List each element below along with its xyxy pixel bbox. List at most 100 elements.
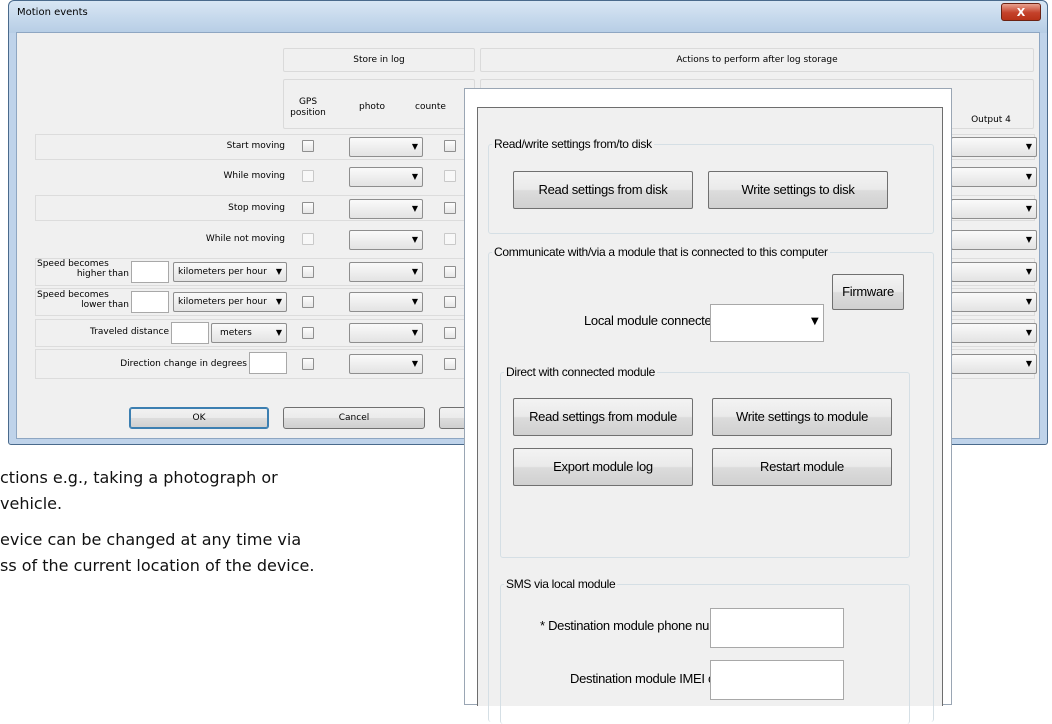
photo-dropdown[interactable]: ▼ [349,354,423,374]
photo-dropdown[interactable]: ▼ [349,262,423,282]
counter-checkbox[interactable] [444,233,456,245]
actions-header: Actions to perform after log storage [480,48,1034,72]
speed-higher-input[interactable] [131,261,169,283]
row-label: Start moving [226,141,285,151]
gps-checkbox[interactable] [302,170,314,182]
chevron-down-icon: ▼ [411,172,418,181]
write-settings-to-module-button[interactable]: Write settings to module [712,398,892,436]
write-settings-to-disk-button[interactable]: Write settings to disk [708,171,888,209]
chevron-down-icon: ▼ [275,328,282,337]
row-label-line: lower than [81,300,129,310]
unit-value: kilometers per hour [178,267,267,277]
gps-checkbox[interactable] [302,233,314,245]
row-label-line: higher than [76,269,129,279]
chevron-down-icon: ▼ [275,297,282,306]
row-label: Speed becomes higher than [37,259,129,279]
chevron-down-icon: ▼ [411,267,418,276]
distance-unit-dropdown[interactable]: meters ▼ [211,323,287,343]
counter-checkbox[interactable] [444,266,456,278]
photo-dropdown[interactable]: ▼ [349,199,423,219]
unit-value: kilometers per hour [178,297,267,307]
destination-imei-input[interactable] [710,660,844,700]
unit-value: meters [220,328,252,338]
gps-checkbox[interactable] [302,266,314,278]
output4-dropdown[interactable]: ▼ [951,323,1037,343]
chevron-down-icon: ▼ [1025,267,1032,276]
photo-dropdown[interactable]: ▼ [349,323,423,343]
output4-dropdown[interactable]: ▼ [951,137,1037,157]
gps-checkbox[interactable] [302,358,314,370]
firmware-button[interactable]: Firmware [832,274,904,310]
output4-dropdown[interactable]: ▼ [951,292,1037,312]
gps-checkbox[interactable] [302,296,314,308]
chevron-down-icon: ▼ [411,328,418,337]
read-settings-from-module-button[interactable]: Read settings from module [513,398,693,436]
counter-checkbox[interactable] [444,358,456,370]
chevron-down-icon: ▼ [411,297,418,306]
chevron-down-icon: ▼ [411,235,418,244]
group-direct-title: Direct with connected module [504,365,658,379]
chevron-down-icon: ▼ [1025,359,1032,368]
counter-checkbox[interactable] [444,170,456,182]
chevron-down-icon: ▼ [411,204,418,213]
chevron-down-icon: ▼ [275,267,282,276]
gps-checkbox[interactable] [302,327,314,339]
export-module-log-button[interactable]: Export module log [513,448,693,486]
photo-dropdown[interactable]: ▼ [349,230,423,250]
gps-checkbox[interactable] [302,202,314,214]
output4-dropdown[interactable]: ▼ [951,262,1037,282]
col-output-4: Output 4 [971,115,1011,125]
row-label: Direction change in degrees [120,359,247,369]
counter-checkbox[interactable] [444,296,456,308]
gps-checkbox[interactable] [302,140,314,152]
ok-button[interactable]: OK [129,407,269,429]
settings-panel-client: Read/write settings from/to disk Read se… [477,107,943,724]
photo-dropdown[interactable]: ▼ [349,292,423,312]
distance-input[interactable] [171,322,209,344]
doc-line-4: ss of the current location of the device… [0,556,315,575]
local-module-dropdown[interactable]: ▼ [710,304,824,342]
col-gps-position: GPS position [290,97,326,118]
output4-dropdown[interactable]: ▼ [951,230,1037,250]
close-button[interactable]: X [1001,3,1041,21]
output4-dropdown[interactable]: ▼ [951,354,1037,374]
settings-panel: Read/write settings from/to disk Read se… [464,88,952,724]
photo-dropdown[interactable]: ▼ [349,137,423,157]
chevron-down-icon: ▼ [1025,328,1032,337]
row-label: Speed becomes lower than [37,290,129,310]
restart-module-button[interactable]: Restart module [712,448,892,486]
destination-phone-label: * Destination module phone number [540,618,738,633]
speed-higher-unit-dropdown[interactable]: kilometers per hour ▼ [173,262,287,282]
counter-checkbox[interactable] [444,202,456,214]
row-label: While moving [223,171,285,181]
title-bar[interactable]: Motion events X [9,1,1047,33]
doc-line-2: vehicle. [0,494,63,513]
direction-input[interactable] [249,352,287,374]
doc-line-1: ctions e.g., taking a photograph or [0,468,278,487]
chevron-down-icon: ▼ [1025,235,1032,244]
group-sms-title: SMS via local module [504,577,618,591]
row-label-line: Speed becomes [37,259,109,269]
chevron-down-icon: ▼ [1025,172,1032,181]
row-label: Stop moving [228,203,285,213]
output4-dropdown[interactable]: ▼ [951,167,1037,187]
photo-dropdown[interactable]: ▼ [349,167,423,187]
cancel-button[interactable]: Cancel [283,407,425,429]
store-in-log-header: Store in log [283,48,475,72]
group-disk-title: Read/write settings from/to disk [492,137,654,151]
row-label: While not moving [205,234,285,244]
output4-dropdown[interactable]: ▼ [951,199,1037,219]
col-photo: photo [359,102,385,112]
chevron-down-icon: ▼ [811,316,819,327]
window-title: Motion events [17,7,88,18]
chevron-down-icon: ▼ [411,359,418,368]
row-label: Traveled distance [89,327,169,337]
counter-checkbox[interactable] [444,327,456,339]
speed-lower-unit-dropdown[interactable]: kilometers per hour ▼ [173,292,287,312]
counter-checkbox[interactable] [444,140,456,152]
group-sms [500,584,910,724]
speed-lower-input[interactable] [131,291,169,313]
read-settings-from-disk-button[interactable]: Read settings from disk [513,171,693,209]
doc-line-3: evice can be changed at any time via [0,530,302,549]
destination-phone-input[interactable] [710,608,844,648]
